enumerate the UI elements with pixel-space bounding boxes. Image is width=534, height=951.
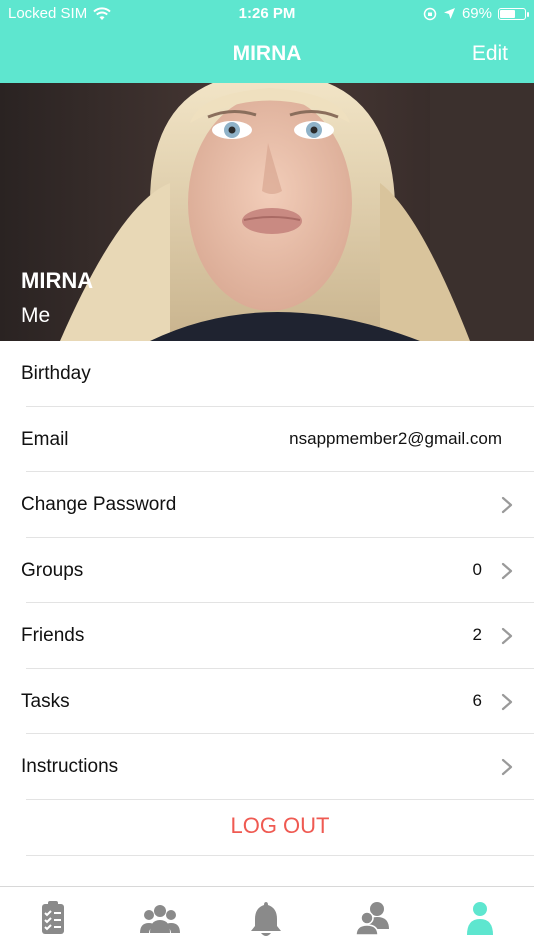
chevron-right-icon — [501, 627, 513, 645]
friends-count: 2 — [472, 625, 482, 644]
profile-subtitle: Me — [21, 304, 51, 327]
person-icon[interactable] — [460, 899, 500, 939]
row-change-password[interactable]: Change Password — [21, 472, 534, 538]
row-birthday[interactable]: Birthday — [21, 341, 534, 407]
orientation-lock-icon — [423, 7, 437, 20]
bell-icon[interactable] — [246, 899, 286, 939]
row-tasks[interactable]: Tasks 6 — [21, 669, 534, 734]
edit-button[interactable]: Edit — [472, 42, 508, 66]
profile-details-list: Birthday Email nsappmember2@gmail.com Ch… — [0, 341, 534, 800]
row-label: Birthday — [21, 363, 91, 384]
row-email[interactable]: Email nsappmember2@gmail.com — [21, 407, 534, 472]
tab-bar — [0, 886, 534, 951]
row-instructions[interactable]: Instructions — [21, 734, 534, 800]
tasks-count: 6 — [472, 690, 482, 710]
chevron-right-icon — [501, 693, 513, 710]
groups-count: 0 — [472, 559, 482, 579]
checklist-icon[interactable] — [33, 899, 73, 939]
row-label: Instructions — [21, 756, 119, 777]
row-friends[interactable]: Friends 2 — [21, 603, 534, 669]
profile-name: MIRNA — [21, 268, 94, 293]
email-value: nsappmember2@gmail.com — [289, 428, 502, 448]
location-icon — [443, 8, 455, 19]
row-label: Groups — [21, 559, 84, 581]
chevron-right-icon — [501, 758, 513, 776]
row-label: Email — [21, 428, 69, 450]
battery-percent: 69% — [461, 5, 492, 22]
row-groups[interactable]: Groups 0 — [21, 538, 534, 603]
status-bar: Locked SIM 1:26 PM 69% — [0, 0, 534, 28]
profile-photo-image — [0, 83, 534, 341]
top-bar: Locked SIM 1:26 PM 69% MIRNA Edit — [0, 0, 534, 83]
row-label: Tasks — [21, 690, 70, 712]
row-label: Friends — [21, 625, 85, 646]
group-icon[interactable] — [140, 899, 180, 939]
chevron-right-icon — [501, 562, 513, 579]
chevron-right-icon — [501, 496, 513, 514]
row-label: Change Password — [21, 494, 177, 515]
friends-icon[interactable] — [353, 899, 393, 939]
logout-button[interactable]: LOG OUT — [26, 793, 534, 856]
page-title: MIRNA — [232, 42, 302, 65]
profile-photo[interactable]: MIRNA Me — [0, 83, 534, 341]
battery-icon — [498, 7, 529, 20]
logout-label: LOG OUT — [230, 813, 330, 838]
